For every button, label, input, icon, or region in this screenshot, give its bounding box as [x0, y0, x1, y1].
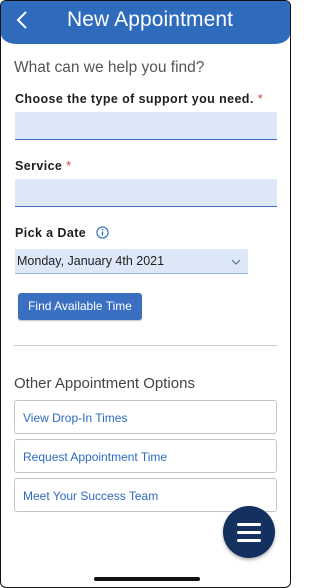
support-type-label: Choose the type of support you need. *: [15, 92, 263, 107]
service-label: Service *: [15, 159, 72, 174]
option-request-appointment-time[interactable]: Request Appointment Time: [14, 439, 277, 473]
chevron-left-icon: [16, 11, 27, 29]
other-options-title: Other Appointment Options: [14, 375, 195, 392]
divider: [14, 345, 277, 346]
service-label-text: Service: [15, 159, 63, 173]
back-button[interactable]: [9, 5, 35, 35]
home-indicator[interactable]: [94, 577, 200, 581]
page-title: New Appointment: [67, 8, 234, 31]
option-label: View Drop-In Times: [23, 411, 128, 425]
menu-icon-bar: [237, 531, 261, 534]
menu-button[interactable]: [223, 506, 275, 558]
help-text: What can we help you find?: [14, 59, 205, 76]
menu-icon-bar: [237, 539, 261, 542]
find-available-time-button[interactable]: Find Available Time: [18, 293, 142, 320]
chevron-down-icon: [231, 259, 241, 265]
option-meet-success-team[interactable]: Meet Your Success Team: [14, 478, 277, 512]
support-type-field[interactable]: [15, 112, 277, 140]
option-label: Request Appointment Time: [23, 450, 168, 464]
option-label: Meet Your Success Team: [23, 489, 159, 503]
service-field[interactable]: [15, 179, 277, 207]
required-marker: *: [257, 92, 263, 106]
app-header: New Appointment: [1, 1, 290, 44]
option-view-drop-in-times[interactable]: View Drop-In Times: [14, 400, 277, 434]
date-select-value: Monday, January 4th 2021: [17, 254, 165, 268]
required-marker: *: [66, 159, 72, 173]
date-label-text: Pick a Date: [15, 226, 87, 240]
date-select[interactable]: Monday, January 4th 2021: [15, 249, 248, 274]
menu-icon-bar: [237, 523, 261, 526]
date-label: Pick a Date: [15, 226, 109, 241]
app-screen: New Appointment What can we help you fin…: [0, 0, 291, 588]
info-icon[interactable]: [96, 226, 109, 239]
support-type-label-text: Choose the type of support you need.: [15, 92, 254, 106]
